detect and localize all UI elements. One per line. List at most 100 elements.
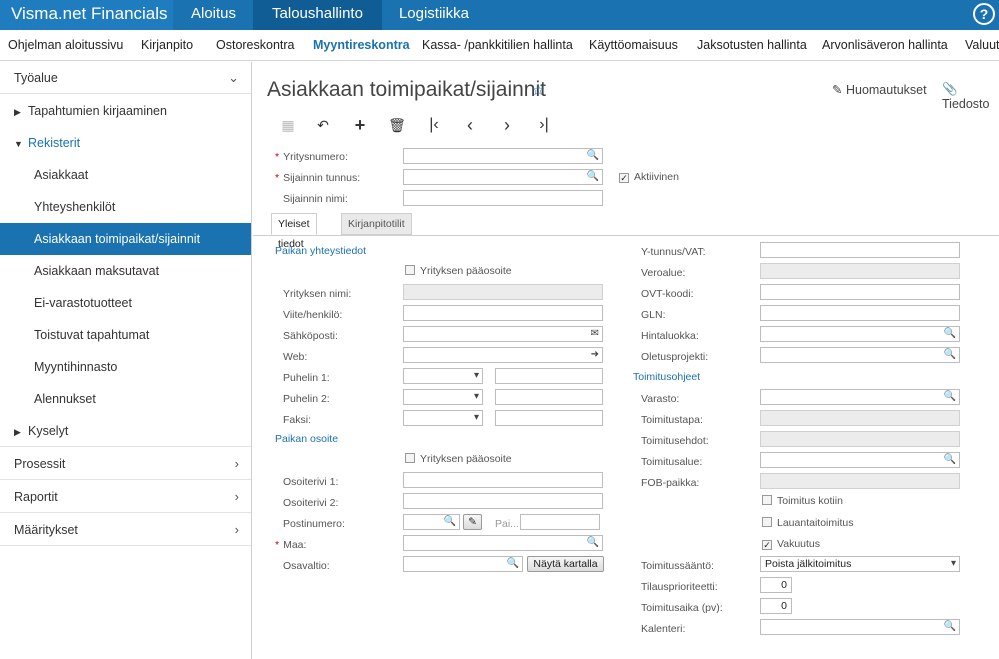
fob-input[interactable]: [760, 473, 960, 489]
priority-input[interactable]: 0: [760, 577, 792, 593]
subnav-myyntireskontra[interactable]: Myyntireskontra: [313, 30, 410, 60]
tax-zone-input[interactable]: [760, 263, 960, 279]
sidebar-section-raportit[interactable]: Raportit ›: [0, 481, 251, 513]
subnav-jaksotukset[interactable]: Jaksotusten hallinta: [697, 30, 807, 60]
sidebar-item-alennukset[interactable]: Alennukset: [0, 383, 251, 415]
delete-icon[interactable]: 🗑: [386, 114, 408, 136]
subnav-kayttoomaisuus[interactable]: Käyttöomaisuus: [589, 30, 678, 60]
country-label: * Maa:: [275, 539, 307, 551]
open-link-icon[interactable]: ➜: [591, 348, 599, 362]
topnav-taloushallinto[interactable]: Taloushallinto: [253, 0, 382, 30]
saturday-checkbox[interactable]: Lauantaitoimitus: [762, 517, 853, 529]
attention-input[interactable]: [403, 305, 603, 321]
files-link[interactable]: 📎 Tiedosto: [942, 82, 999, 111]
ship-terms-input[interactable]: [760, 431, 960, 447]
sidebar-section-prosessit[interactable]: Prosessit ›: [0, 448, 251, 480]
search-icon[interactable]: 🔍: [944, 348, 956, 362]
sidebar-item-maksutavat[interactable]: Asiakkaan maksutavat: [0, 255, 251, 287]
fax-input[interactable]: [495, 410, 603, 426]
show-map-button[interactable]: Näytä kartalla: [527, 556, 604, 572]
postal-input[interactable]: 🔍: [403, 514, 460, 530]
subnav-kirjanpito[interactable]: Kirjanpito: [141, 30, 193, 60]
search-icon[interactable]: 🔍: [944, 327, 956, 341]
default-project-input[interactable]: 🔍: [760, 347, 960, 363]
sidebar-item-yhteyshenkilot[interactable]: Yhteyshenkilöt: [0, 191, 251, 223]
email-input[interactable]: ✉: [403, 326, 603, 342]
subnav-kassa[interactable]: Kassa- /pankkitilien hallinta: [422, 30, 573, 60]
sidebar-item-toimipaikat[interactable]: Asiakkaan toimipaikat/sijainnit: [0, 223, 251, 255]
state-input[interactable]: 🔍: [403, 556, 523, 572]
address-company-main-checkbox[interactable]: Yrityksen pääosoite: [405, 453, 512, 465]
ship-rule-select[interactable]: Poista jälkitoimitus ▾: [760, 556, 960, 572]
warehouse-label: Varasto:: [641, 393, 680, 405]
country-input[interactable]: 🔍: [403, 535, 603, 551]
sidebar-workspace[interactable]: Työalue ⌄: [0, 62, 251, 94]
search-icon[interactable]: 🔍: [587, 536, 599, 550]
insurance-checkbox[interactable]: ✓ Vakuutus: [762, 538, 820, 550]
gln-input[interactable]: [760, 305, 960, 321]
search-icon[interactable]: 🔍: [944, 453, 956, 467]
tab-general[interactable]: Yleiset tiedot: [271, 213, 317, 250]
sidebar-workspace-label: Työalue: [14, 71, 58, 85]
search-icon[interactable]: 🔍: [944, 620, 956, 634]
module-nav: Ohjelman aloitussivu Kirjanpito Ostoresk…: [0, 30, 999, 61]
search-icon[interactable]: 🔍: [444, 515, 456, 529]
mail-icon[interactable]: ✉: [591, 327, 599, 341]
calendar-input[interactable]: 🔍: [760, 619, 960, 635]
help-icon[interactable]: ?: [973, 3, 995, 25]
sidebar-item-asiakkaat[interactable]: Asiakkaat: [0, 159, 251, 191]
address-line2-input[interactable]: [403, 493, 603, 509]
first-record-icon[interactable]: |‹: [423, 114, 445, 136]
sidebar-item-entries[interactable]: ▶ Tapahtumien kirjaaminen: [0, 95, 251, 127]
subnav-ostoreskontra[interactable]: Ostoreskontra: [216, 30, 295, 60]
price-class-input[interactable]: 🔍: [760, 326, 960, 342]
location-id-input[interactable]: 🔍: [403, 169, 603, 185]
topnav-logistiikka[interactable]: Logistiikka: [382, 0, 486, 30]
subnav-valuut[interactable]: Valuut: [965, 30, 999, 60]
phone2-input[interactable]: [495, 389, 603, 405]
phone2-type-select[interactable]: ▾: [403, 389, 483, 405]
subnav-arvonlisavero[interactable]: Arvonlisäveron hallinta: [822, 30, 948, 60]
sidebar-item-registers[interactable]: ▼ Rekisterit: [0, 127, 251, 159]
topnav-aloitus[interactable]: Aloitus: [173, 0, 253, 30]
ship-zone-input[interactable]: 🔍: [760, 452, 960, 468]
ovt-input[interactable]: [760, 284, 960, 300]
last-record-icon[interactable]: ›|: [533, 114, 555, 136]
tab-accounts[interactable]: Kirjanpitotilit: [341, 213, 412, 235]
notes-link[interactable]: ✎ Huomautukset: [832, 82, 927, 97]
save-icon[interactable]: ▦: [277, 114, 299, 136]
sidebar-section-maaritykset[interactable]: Määritykset ›: [0, 514, 251, 546]
active-checkbox[interactable]: ✓ Aktiivinen: [619, 171, 679, 183]
subnav-home[interactable]: Ohjelman aloitussivu: [8, 30, 123, 60]
fax-type-select[interactable]: ▾: [403, 410, 483, 426]
location-name-input[interactable]: [403, 190, 603, 206]
web-input[interactable]: ➜: [403, 347, 603, 363]
search-icon[interactable]: 🔍: [944, 390, 956, 404]
phone1-input[interactable]: [495, 368, 603, 384]
search-icon[interactable]: 🔍: [507, 557, 519, 571]
edit-postal-button[interactable]: ✎: [463, 514, 482, 530]
vat-input[interactable]: [760, 242, 960, 258]
sidebar-item-toistuvat[interactable]: Toistuvat tapahtumat: [0, 319, 251, 351]
residential-checkbox[interactable]: Toimitus kotiin: [762, 495, 843, 507]
city-input[interactable]: [520, 514, 600, 530]
search-icon[interactable]: 🔍: [587, 170, 599, 184]
previous-record-icon[interactable]: ‹: [459, 114, 481, 136]
brand-logo[interactable]: Visma.net Financials: [0, 0, 173, 30]
search-icon[interactable]: 🔍: [587, 149, 599, 163]
contact-company-main-checkbox[interactable]: Yrityksen pääosoite: [405, 265, 512, 277]
sidebar-item-myyntihinnasto[interactable]: Myyntihinnasto: [0, 351, 251, 383]
next-record-icon[interactable]: ›: [496, 114, 518, 136]
star-icon[interactable]: ☆: [531, 80, 545, 100]
undo-icon[interactable]: ↶: [312, 114, 334, 136]
sidebar-item-ei-varastotuotteet[interactable]: Ei-varastotuotteet: [0, 287, 251, 319]
lead-time-input[interactable]: 0: [760, 598, 792, 614]
add-icon[interactable]: +: [349, 114, 371, 136]
phone1-type-select[interactable]: ▾: [403, 368, 483, 384]
customer-no-input[interactable]: 🔍: [403, 148, 603, 164]
address-line1-input[interactable]: [403, 472, 603, 488]
warehouse-input[interactable]: 🔍: [760, 389, 960, 405]
sidebar-item-kyselyt[interactable]: ▶ Kyselyt: [0, 415, 251, 447]
ship-via-input[interactable]: [760, 410, 960, 426]
company-name-input[interactable]: [403, 284, 603, 300]
